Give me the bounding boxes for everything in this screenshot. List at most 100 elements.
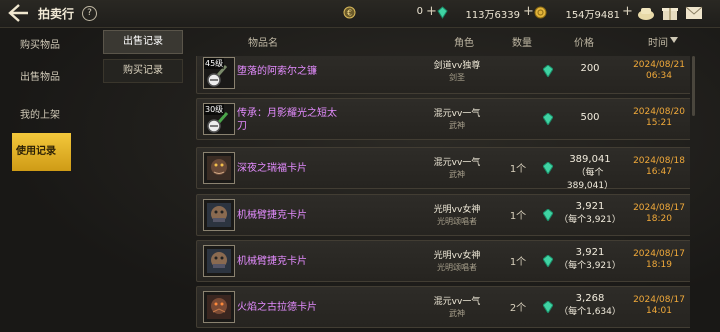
sidebar: 购买物品 出售物品 我的上架 使用记录 [0,27,90,332]
column-header-qty: 数量 [512,38,532,49]
table-row[interactable]: 深夜之瑞福卡片 混元vv一气 武神 1个 389,041 （每个389,041） … [196,147,690,191]
gem-icon [543,209,553,221]
role-cell: 剑道vv独尊 剑圣 [422,58,492,83]
record-time: 16:47 [646,167,672,177]
role-cell: 混元vv一气 武神 [422,106,492,131]
item-level: 45级 [204,58,225,69]
record-time: 06:34 [646,71,672,81]
table-row[interactable]: 机械臂捷克卡片 光明vv女神 光明颂唱者 1个 3,921 （每个3,921） 2… [196,194,690,236]
shop-bag-icon[interactable] [636,4,656,22]
record-date: 2024/08/17 [633,295,685,305]
mail-icon[interactable] [684,4,704,22]
gold-coin-icon [534,6,547,19]
quantity: 1个 [509,164,527,175]
table-header: 物品名 角色 数量 价格 时间 [196,30,690,50]
time-cell: 2024/08/17 14:01 [629,295,689,317]
sidebar-item-sell[interactable]: 出售物品 [0,59,98,97]
time-cell: 2024/08/17 18:20 [629,203,689,225]
record-time: 14:01 [646,306,672,316]
record-date: 2024/08/18 [633,156,685,166]
svg-text:€: € [347,9,352,18]
role-name: 混元vv一气 [433,158,481,168]
card-monster-icon [207,249,231,273]
price-value: 200 [580,63,600,74]
back-arrow-icon[interactable] [6,2,32,24]
unit-price: （每个3,921） [559,215,621,225]
gem-icon [543,301,553,313]
table-row[interactable]: 45级 堕落的阿索尔之镰 剑道vv独尊 剑圣 200 2024/08/21 06:… [196,56,690,94]
price-value: 389,041 [569,154,611,165]
role-name: 光明vv女神 [433,251,481,261]
item-name: 深夜之瑞福卡片 [237,163,307,174]
table-row[interactable]: 火焰之古拉德卡片 混元vv一气 武神 2个 3,268 （每个1,634） 202… [196,286,690,328]
currency-gem: 113万6339 + [436,4,534,21]
price-cell: 3,921 （每个3,921） [559,247,621,271]
item-icon [203,245,235,277]
column-header-price: 价格 [574,38,594,49]
price-cell: 389,041 （每个389,041） [559,154,621,191]
scrollbar[interactable] [692,56,695,116]
quantity: 1个 [509,257,527,268]
price-cell: 3,921 （每个3,921） [559,201,621,225]
add-currency-button[interactable]: + [622,4,633,19]
tab-sell-records[interactable]: 出售记录 [103,30,183,54]
role-name: 剑道vv独尊 [433,61,481,71]
item-level: 30级 [204,104,225,115]
tab-buy-records[interactable]: 购买记录 [103,59,183,83]
role-class: 武神 [449,309,465,318]
column-header-role: 角色 [454,38,474,49]
price-value: 500 [580,112,600,123]
sidebar-item-my-listings[interactable]: 我的上架 [0,97,98,135]
currency-value: 0 [416,6,423,17]
column-header-name: 物品名 [248,38,278,49]
role-name: 混元vv一气 [433,297,481,307]
top-bar: 拍卖行 ? € 0 + 113万6339 + 154万9481 + [0,0,720,28]
role-class: 光明颂唱者 [437,217,477,226]
currency-coin: € 0 + [343,4,437,21]
sort-down-icon[interactable] [670,37,678,43]
unit-price: （每个3,921） [559,261,621,271]
table-row[interactable]: 机械臂捷克卡片 光明vv女神 光明颂唱者 1个 3,921 （每个3,921） 2… [196,240,690,282]
role-cell: 混元vv一气 武神 [422,294,492,319]
item-name: 堕落的阿索尔之镰 [237,66,317,77]
gift-icon[interactable] [660,4,680,22]
role-class: 剑圣 [449,73,465,82]
record-date: 2024/08/17 [633,249,685,259]
gem-icon [543,65,553,77]
add-currency-button[interactable]: + [523,4,534,19]
gem-icon [543,162,553,174]
table-row[interactable]: 30级 传承：月影耀光之短太 刀 混元vv一气 武神 500 2024/08/2… [196,98,690,140]
gem-icon [543,113,553,125]
role-class: 武神 [449,121,465,130]
column-header-time[interactable]: 时间 [648,34,668,49]
unit-price: （每个1,634） [559,307,621,317]
card-monster-icon [207,156,231,180]
time-cell: 2024/08/18 16:47 [629,156,689,178]
sidebar-item-history[interactable]: 使用记录 [12,133,71,171]
price-value: 3,921 [575,247,605,258]
gem-icon [437,6,448,19]
record-date: 2024/08/20 [633,107,685,117]
unit-price: （每个389,041） [566,168,614,191]
currency-value: 154万9481 [565,10,620,21]
help-icon[interactable]: ? [82,6,97,21]
price-cell: 500 [559,112,621,123]
price-value: 3,268 [575,293,605,304]
role-cell: 光明vv女神 光明颂唱者 [422,248,492,273]
card-monster-icon [207,203,231,227]
item-name: 火焰之古拉德卡片 [237,302,317,313]
card-monster-icon [207,295,231,319]
record-time: 15:21 [646,118,672,128]
record-time: 18:19 [646,260,672,270]
role-class: 光明颂唱者 [437,263,477,272]
item-icon: 30级 [203,103,235,135]
item-icon: 45级 [203,57,235,89]
item-name: 传承：月影耀光之短太 [237,108,337,119]
gem-icon [543,255,553,267]
role-name: 光明vv女神 [433,205,481,215]
item-icon [203,199,235,231]
time-cell: 2024/08/21 06:34 [629,60,689,82]
price-cell: 3,268 （每个1,634） [559,293,621,317]
currency-value: 113万6339 [465,10,520,21]
record-list: 45级 堕落的阿索尔之镰 剑道vv独尊 剑圣 200 2024/08/21 06:… [196,56,690,332]
